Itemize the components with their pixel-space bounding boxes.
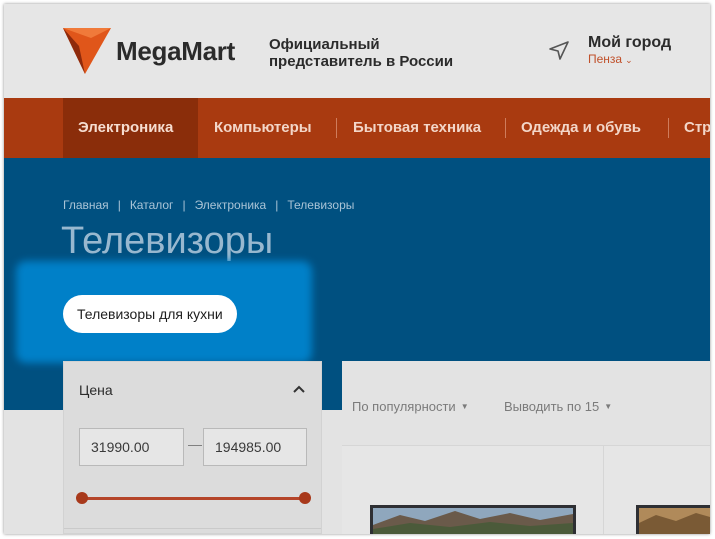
caret-down-icon: ▼	[604, 402, 613, 411]
nav-item-computers[interactable]: Компьютеры	[214, 98, 312, 158]
chevron-up-icon[interactable]	[290, 380, 308, 398]
sort-select-label: По популярности	[352, 399, 456, 414]
browser-viewport: MegaMart Официальный представитель в Рос…	[4, 4, 710, 534]
product-listing: По популярности ▼ Выводить по 15 ▼	[342, 361, 710, 534]
breadcrumb: Главная | Каталог | Электроника | Телевизоры	[63, 198, 354, 212]
filter-divider	[64, 528, 321, 529]
tagline-line-2: представитель в России	[269, 53, 454, 70]
megamart-logo-icon[interactable]	[61, 24, 113, 76]
price-filter-title[interactable]: Цена	[79, 382, 113, 398]
price-range-max-handle[interactable]	[299, 492, 311, 504]
breadcrumb-separator: |	[182, 198, 186, 212]
category-nav: Электроника Компьютеры Бытовая техника О…	[4, 98, 710, 158]
price-filter-panel: Цена —	[63, 361, 322, 534]
nav-item-appliances[interactable]: Бытовая техника	[353, 98, 481, 158]
price-max-input[interactable]	[203, 428, 307, 466]
tv-product-image[interactable]	[370, 505, 576, 534]
product-card[interactable]	[604, 446, 710, 534]
nav-divider	[505, 118, 506, 138]
chevron-down-icon: ⌄	[625, 55, 633, 65]
logo-text[interactable]: MegaMart	[116, 36, 235, 67]
breadcrumb-catalog[interactable]: Каталог	[130, 198, 174, 212]
location-arrow-icon[interactable]	[548, 40, 570, 62]
sort-select[interactable]: По популярности ▼	[352, 399, 469, 414]
tv-product-image[interactable]	[636, 505, 710, 534]
tag-chip-kitchen-tvs[interactable]: Телевизоры для кухни	[63, 295, 237, 333]
per-page-select-label: Выводить по 15	[504, 399, 600, 414]
nav-divider	[668, 118, 669, 138]
nav-item-electronics[interactable]: Электроника	[63, 98, 198, 158]
price-min-input[interactable]	[79, 428, 184, 466]
product-card[interactable]	[342, 446, 603, 534]
nav-item-construction[interactable]: Стр	[684, 98, 710, 158]
breadcrumb-separator: |	[275, 198, 279, 212]
tagline-line-1: Официальный	[269, 36, 380, 53]
price-range-dash: —	[188, 436, 202, 452]
per-page-select[interactable]: Выводить по 15 ▼	[504, 399, 612, 414]
breadcrumb-electronics[interactable]: Электроника	[195, 198, 267, 212]
site-header: MegaMart Официальный представитель в Рос…	[4, 4, 710, 98]
city-selector-title[interactable]: Мой город	[588, 34, 671, 52]
breadcrumb-tvs: Телевизоры	[287, 198, 355, 212]
nav-item-clothing[interactable]: Одежда и обувь	[521, 98, 641, 158]
tagline: Официальный представитель в России	[269, 36, 453, 70]
nav-divider	[336, 118, 337, 138]
city-name: Пенза	[588, 52, 623, 66]
city-selector-value[interactable]: Пенза ⌄	[588, 52, 633, 66]
price-range-track[interactable]	[81, 497, 305, 500]
price-range-min-handle[interactable]	[76, 492, 88, 504]
caret-down-icon: ▼	[460, 402, 469, 411]
page-title: Телевизоры	[61, 220, 274, 262]
breadcrumb-home[interactable]: Главная	[63, 198, 109, 212]
breadcrumb-separator: |	[117, 198, 121, 212]
